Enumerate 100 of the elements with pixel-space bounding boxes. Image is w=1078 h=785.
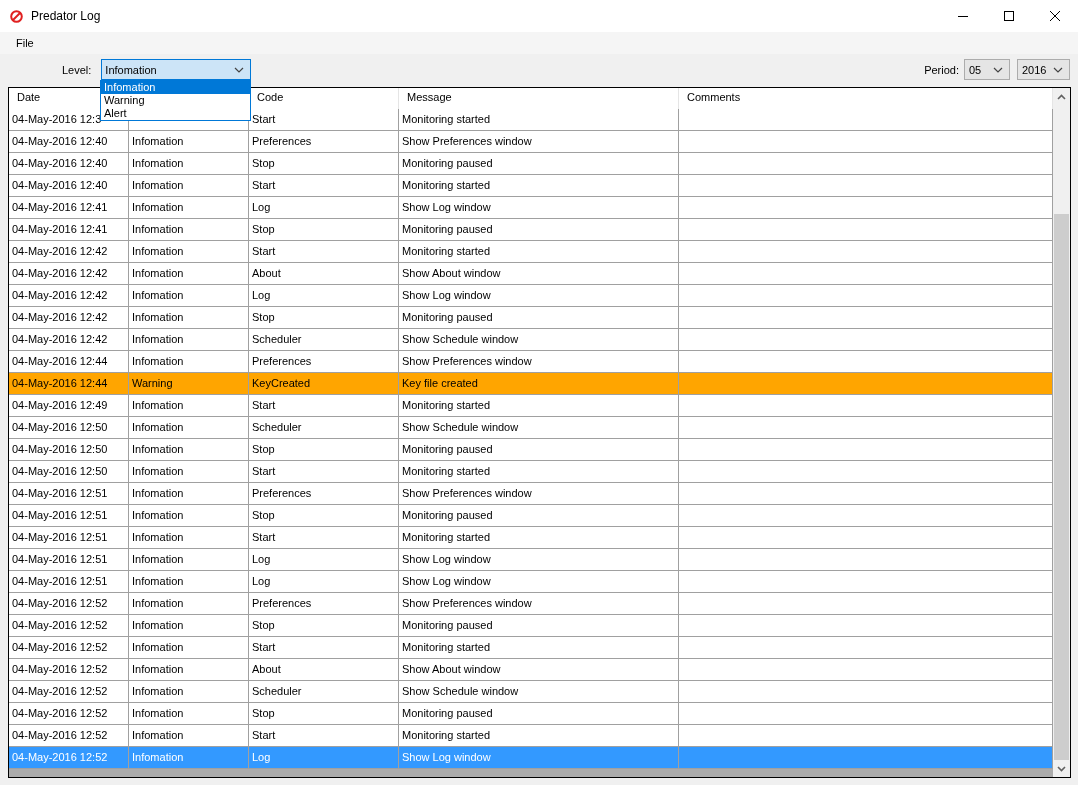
message-cell: Monitoring started [399,527,679,549]
code-cell: Start [249,109,399,131]
level-cell: Infomation [129,329,249,351]
date-cell: 04-May-2016 12:49 [9,395,129,417]
level-cell: Infomation [129,417,249,439]
code-cell: Preferences [249,593,399,615]
message-cell: Show Preferences window [399,483,679,505]
code-cell: Start [249,527,399,549]
table-row[interactable]: 04-May-2016 12:42 Infomation Stop Monitoring paused [9,307,1053,329]
level-label: Level: [62,63,92,76]
level-cell: Infomation [129,505,249,527]
chevron-down-icon [1053,66,1063,73]
table-row[interactable]: 04-May-2016 12:49 Infomation Start Monitoring started [9,395,1053,417]
code-cell: Start [249,637,399,659]
message-cell: Show Log window [399,197,679,219]
code-cell: Stop [249,703,399,725]
date-cell: 04-May-2016 12:52 [9,593,129,615]
column-header[interactable]: Code [249,88,399,109]
code-cell: Log [249,571,399,593]
prohibited-icon [10,9,23,23]
message-cell: Show Log window [399,549,679,571]
table-row[interactable]: 04-May-2016 12:52 Infomation Stop Monitoring paused [9,615,1053,637]
chevron-down-icon [993,66,1003,73]
message-cell: Monitoring started [399,175,679,197]
table-row[interactable]: 04-May-2016 12:40 Infomation Start Monitoring started [9,175,1053,197]
message-cell: Monitoring paused [399,439,679,461]
dropdown-option[interactable]: Infomation [101,81,250,94]
level-cell: Infomation [129,461,249,483]
code-cell: Scheduler [249,681,399,703]
scroll-up-icon[interactable] [1057,93,1066,100]
table-row[interactable]: 04-May-2016 12:51 Infomation Log Show Log window [9,549,1053,571]
message-cell: Show Preferences window [399,131,679,153]
year-dropdown[interactable]: 2016 [1017,59,1070,80]
level-cell: Infomation [129,153,249,175]
table-row[interactable]: 04-May-2016 12:41 Infomation Stop Monitoring paused [9,219,1053,241]
table-row[interactable]: 04-May-2016 12:52 Infomation Preferences Show Preferences window [9,593,1053,615]
table-row[interactable]: 04-May-2016 12:42 Infomation About Show About window [9,263,1053,285]
date-cell: 04-May-2016 12:40 [9,131,129,153]
table-row[interactable]: 04-May-2016 12:40 Infomation Stop Monitoring paused [9,153,1053,175]
level-dropdown[interactable]: Infomation [101,59,252,80]
date-cell: 04-May-2016 12:50 [9,461,129,483]
message-cell: Key file created [399,373,679,395]
level-cell: Infomation [129,571,249,593]
level-cell: Infomation [129,263,249,285]
table-row[interactable]: 04-May-2016 12:52 Infomation Stop Monitoring paused [9,703,1053,725]
date-cell: 04-May-2016 12:51 [9,549,129,571]
column-header[interactable]: Date [17,91,41,103]
date-cell: 04-May-2016 12:42 [9,307,129,329]
scroll-down-icon[interactable] [1057,765,1066,772]
table-row[interactable]: 04-May-2016 12:50 Infomation Stop Monitoring paused [9,439,1053,461]
menu-item[interactable]: File [0,35,41,51]
level-cell: Infomation [129,131,249,153]
maximize-icon [1004,11,1014,21]
table-row[interactable]: 04-May-2016 12:44 Warning KeyCreated Key file created [9,373,1053,395]
code-cell: Stop [249,153,399,175]
code-cell: Start [249,395,399,417]
dropdown-option[interactable]: Alert [101,107,250,120]
table-row[interactable]: 04-May-2016 12:50 Infomation Start Monitoring started [9,461,1053,483]
message-cell: Monitoring started [399,395,679,417]
code-cell: About [249,659,399,681]
table-row[interactable]: 04-May-2016 12:42 Infomation Log Show Log window [9,285,1053,307]
code-cell: Stop [249,307,399,329]
code-cell: Log [249,197,399,219]
code-cell: Scheduler [249,417,399,439]
table-row[interactable]: 04-May-2016 12:52 Infomation Start Monitoring started [9,637,1053,659]
table-row[interactable]: 04-May-2016 12:52 Infomation About Show About window [9,659,1053,681]
date-cell: 04-May-2016 12:44 [9,373,129,395]
column-header[interactable]: Message [399,88,679,109]
table-row[interactable]: 04-May-2016 12:41 Infomation Log Show Log window [9,197,1053,219]
message-cell: Monitoring started [399,241,679,263]
vertical-scrollbar[interactable] [1053,88,1070,777]
level-cell: Infomation [129,483,249,505]
dropdown-option[interactable]: Warning [101,94,250,107]
date-cell: 04-May-2016 12:52 [9,637,129,659]
table-row[interactable]: 04-May-2016 12:50 Infomation Scheduler Show Schedule window [9,417,1053,439]
table-row[interactable]: 04-May-2016 12:51 Infomation Log Show Log window [9,571,1053,593]
table-row[interactable]: 04-May-2016 12:51 Infomation Start Monitoring started [9,527,1053,549]
message-cell: Show About window [399,659,679,681]
date-cell: 04-May-2016 12:52 [9,615,129,637]
table-row[interactable]: 04-May-2016 12:51 Infomation Preferences Show Preferences window [9,483,1053,505]
table-row[interactable]: 04-May-2016 12:42 Infomation Scheduler Show Schedule window [9,329,1053,351]
code-cell: Stop [249,505,399,527]
date-cell: 04-May-2016 12:51 [9,505,129,527]
message-cell: Show Schedule window [399,329,679,351]
month-dropdown[interactable]: 05 [964,59,1010,80]
level-cell: Infomation [129,241,249,263]
date-cell: 04-May-2016 12:40 [9,175,129,197]
message-cell: Monitoring paused [399,307,679,329]
period-label: Period: [924,63,959,76]
level-cell: Infomation [129,219,249,241]
code-cell: KeyCreated [249,373,399,395]
code-cell: Preferences [249,483,399,505]
table-row[interactable]: 04-May-2016 12:52 Infomation Scheduler Show Schedule window [9,681,1053,703]
table-row[interactable]: 04-May-2016 12:40 Infomation Preferences Show Preferences window [9,131,1053,153]
message-cell: Monitoring paused [399,153,679,175]
code-cell: Stop [249,219,399,241]
window-title: Predator Log [31,9,102,23]
table-row[interactable]: 04-May-2016 12:51 Infomation Stop Monitoring paused [9,505,1053,527]
table-row[interactable]: 04-May-2016 12:42 Infomation Start Monitoring started [9,241,1053,263]
scroll-thumb[interactable] [1054,214,1069,760]
